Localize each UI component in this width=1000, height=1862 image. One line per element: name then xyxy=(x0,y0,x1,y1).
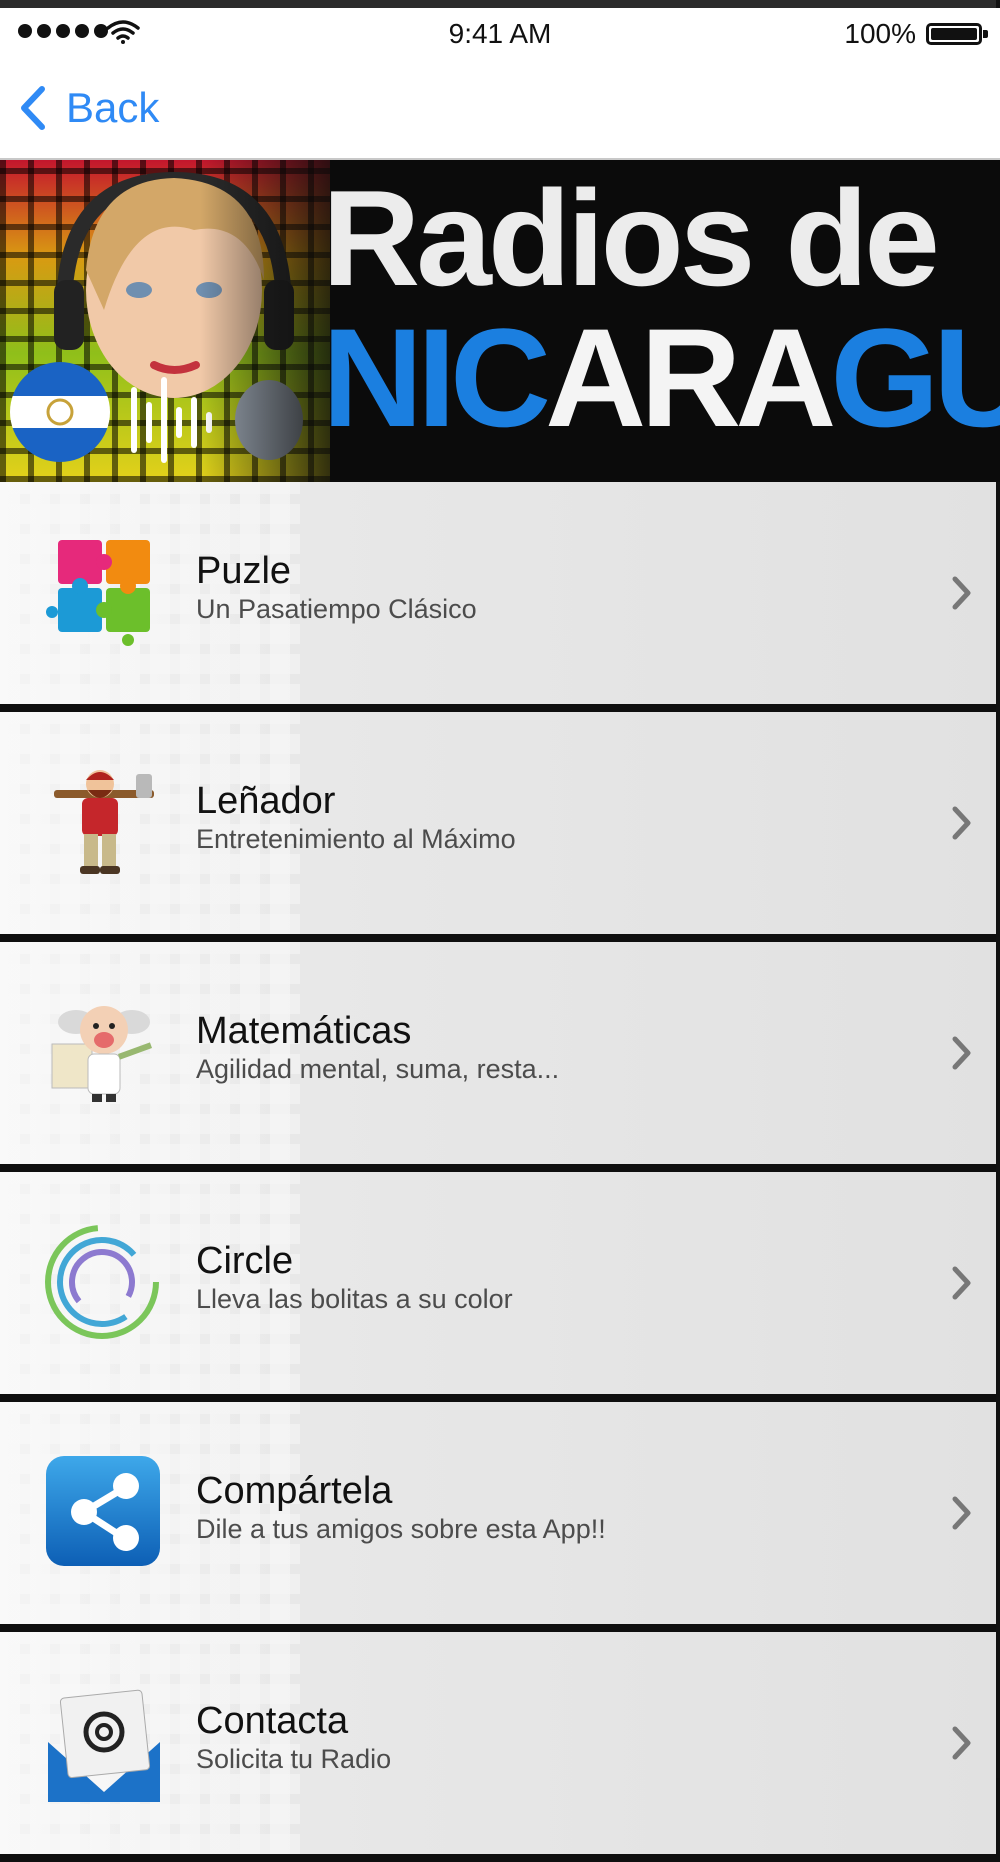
battery-icon xyxy=(926,23,988,45)
chevron-right-icon xyxy=(952,576,971,610)
menu-item-subtitle: Agilidad mental, suma, resta... xyxy=(196,1054,560,1084)
menu-list: Puzle Un Pasatiempo Clásico Leñador Entr… xyxy=(0,482,1000,1862)
circle-game-icon xyxy=(45,1225,159,1339)
chevron-left-icon xyxy=(21,86,45,130)
menu-item-subtitle: Solicita tu Radio xyxy=(196,1744,392,1774)
banner-title-part2: ARA xyxy=(545,299,836,456)
chevron-right-icon xyxy=(952,1496,971,1530)
chevron-right-icon xyxy=(952,1726,971,1760)
app-banner: Radios de NICARAGUA xyxy=(0,160,1000,482)
menu-item-compartela[interactable]: Compártela Dile a tus amigos sobre esta … xyxy=(0,1402,996,1624)
menu-item-lenador[interactable]: Leñador Entretenimiento al Máximo xyxy=(0,712,996,934)
banner-title-part1: NIC xyxy=(322,299,551,456)
menu-item-circle[interactable]: Circle Lleva las bolitas a su color xyxy=(0,1172,996,1394)
menu-item-subtitle: Dile a tus amigos sobre esta App!! xyxy=(196,1514,606,1544)
battery-percent: 100% xyxy=(844,18,916,49)
banner-title-part3: GUA xyxy=(830,299,1000,456)
menu-item-title: Compártela xyxy=(196,1470,393,1512)
menu-item-title: Contacta xyxy=(196,1700,349,1742)
menu-item-title: Circle xyxy=(196,1240,294,1282)
menu-item-subtitle: Un Pasatiempo Clásico xyxy=(196,594,477,624)
menu-item-title: Leñador xyxy=(196,780,336,822)
back-button[interactable]: Back xyxy=(18,84,159,132)
status-bar: 9:41 AM 100% xyxy=(0,8,1000,56)
navigation-bar: Back xyxy=(0,56,1000,160)
email-icon xyxy=(48,1689,160,1802)
nicaragua-flag-icon xyxy=(10,362,110,462)
share-icon xyxy=(46,1456,160,1566)
menu-item-title: Puzle xyxy=(196,550,292,592)
chevron-right-icon xyxy=(952,806,971,840)
chevron-right-icon xyxy=(952,1036,971,1070)
menu-item-contacta[interactable]: Contacta Solicita tu Radio xyxy=(0,1632,996,1854)
lumberjack-icon xyxy=(54,770,154,874)
window-top-edge xyxy=(0,0,1000,8)
menu-item-subtitle: Entretenimiento al Máximo xyxy=(196,824,516,854)
menu-item-title: Matemáticas xyxy=(196,1010,412,1052)
menu-item-matematicas[interactable]: Matemáticas Agilidad mental, suma, resta… xyxy=(0,942,996,1164)
banner-title-line2: NICARAGUA xyxy=(322,308,1000,448)
back-label: Back xyxy=(66,84,160,131)
banner-title-line1: Radios de xyxy=(322,162,940,314)
menu-item-subtitle: Lleva las bolitas a su color xyxy=(196,1284,513,1314)
chevron-right-icon xyxy=(952,1266,971,1300)
math-professor-icon xyxy=(51,1006,153,1102)
puzzle-icon xyxy=(46,540,150,646)
menu-item-puzle[interactable]: Puzle Un Pasatiempo Clásico xyxy=(0,482,996,704)
